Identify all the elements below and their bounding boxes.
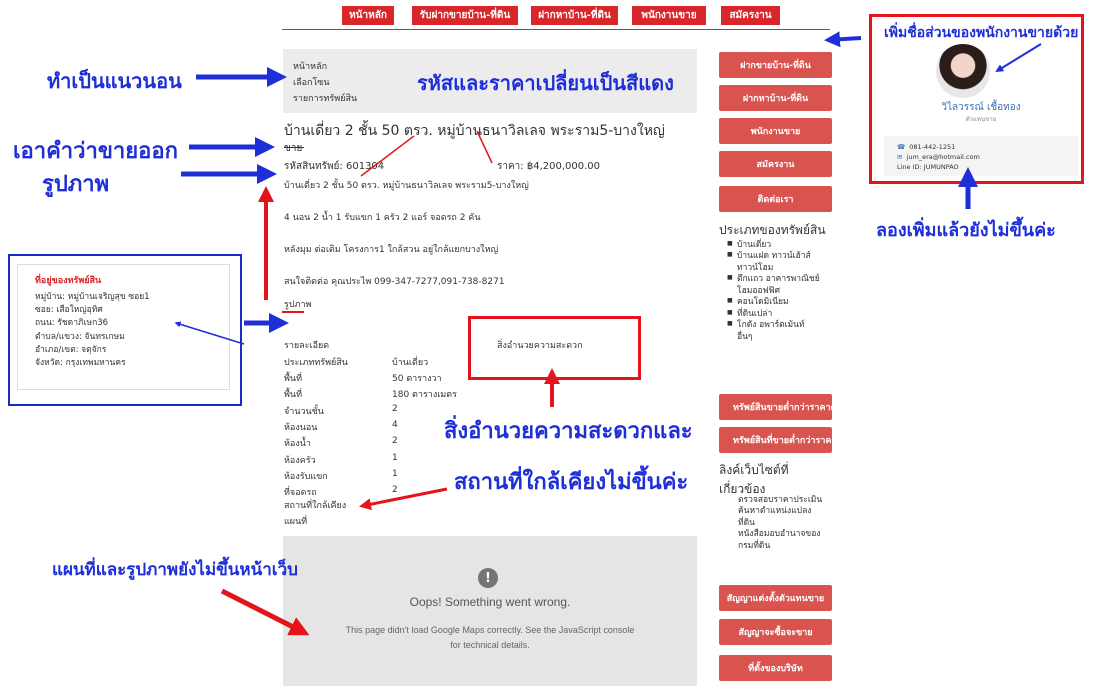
arrow-address-thin [174,321,245,345]
arrow-agent-avatar [995,43,1042,73]
arrow-agent-panel [824,31,862,48]
arrow-nearby [359,487,448,511]
arrow-map [220,588,310,636]
arrow-code-red [360,135,415,177]
arrow-price-red [476,130,493,164]
annotation-arrows [174,31,1042,636]
